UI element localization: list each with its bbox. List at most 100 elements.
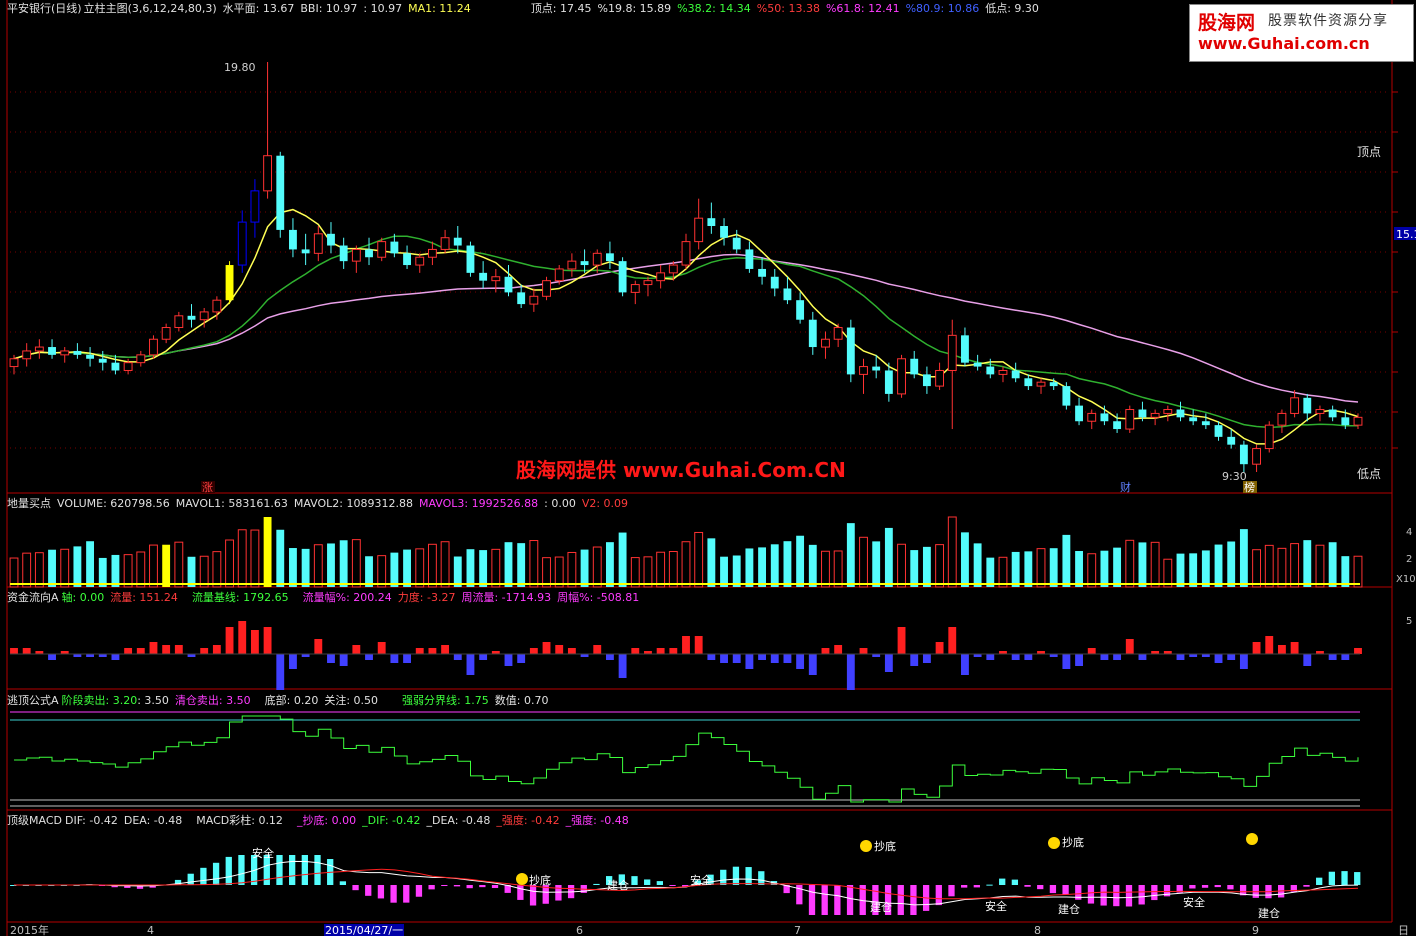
p809-value: %80.9: 10.86 bbox=[905, 2, 980, 15]
macd-bar bbox=[453, 885, 461, 887]
fund-flow-bar bbox=[732, 654, 741, 663]
jiancang-tag: 建仓 bbox=[607, 878, 629, 892]
volume-bar bbox=[1100, 550, 1109, 587]
fund-flow-bar bbox=[593, 645, 602, 654]
candle-body bbox=[872, 366, 881, 371]
macd-bar bbox=[961, 885, 968, 888]
volume-bar bbox=[403, 549, 411, 587]
candle-body bbox=[427, 248, 437, 258]
macd-bar bbox=[1037, 885, 1044, 890]
candle-body bbox=[1150, 412, 1160, 418]
volume-indicator-name[interactable]: 地量买点 bbox=[7, 497, 51, 510]
volume-bar bbox=[479, 550, 488, 587]
volume-bar bbox=[897, 543, 906, 588]
volume-bar bbox=[491, 548, 501, 588]
candle-body bbox=[897, 358, 906, 395]
macd-bar bbox=[720, 869, 727, 885]
volume-bar bbox=[1189, 553, 1198, 587]
bbi-value: BBI: 10.97 bbox=[300, 2, 358, 15]
candle-body bbox=[770, 276, 779, 289]
candle-body bbox=[846, 327, 855, 375]
candle-body bbox=[276, 155, 285, 230]
macd-bar bbox=[669, 885, 676, 886]
volume-bar bbox=[98, 557, 107, 587]
candle-body bbox=[1138, 409, 1147, 418]
candle-body bbox=[973, 362, 982, 367]
fund-flow-bar bbox=[314, 639, 323, 654]
anquan-tag: 安全 bbox=[985, 899, 1007, 913]
candle-body bbox=[48, 347, 56, 355]
macd-bar bbox=[1049, 885, 1057, 894]
bottom-value: 底部: 0.20 bbox=[264, 694, 319, 707]
fund-flow-bar bbox=[796, 654, 805, 669]
fund-week-amp: 周幅%: -508.81 bbox=[557, 591, 640, 604]
macd-bar bbox=[517, 885, 524, 900]
fund-flow-bar bbox=[225, 627, 234, 654]
date-label: 9 bbox=[1252, 924, 1259, 936]
volume-bar bbox=[592, 546, 602, 588]
macd-bar bbox=[999, 878, 1006, 885]
candle-body bbox=[504, 276, 513, 293]
candle-body bbox=[9, 358, 19, 368]
volume-bar bbox=[732, 555, 741, 587]
volume-bar bbox=[1201, 550, 1210, 587]
indicator-name[interactable]: 立柱主图(3,6,12,24,80,3) bbox=[84, 2, 217, 15]
macd-bar bbox=[225, 856, 232, 885]
ma1-value: MA1: 11.24 bbox=[408, 2, 471, 15]
fund-flow-bar bbox=[1277, 645, 1286, 654]
macd-bar bbox=[834, 885, 841, 915]
price-tag: 15.1 bbox=[1396, 228, 1416, 241]
macd-bar bbox=[656, 881, 663, 885]
fund-flow-bar bbox=[365, 654, 373, 660]
fund-flow-bar bbox=[504, 654, 513, 666]
volume-bar bbox=[377, 555, 387, 588]
low-point-label: 低点 bbox=[1357, 467, 1381, 481]
macd-bar bbox=[529, 885, 537, 906]
candle-body bbox=[491, 276, 501, 282]
fund-flow-bar bbox=[542, 642, 551, 654]
guhai-logo[interactable]: 股海网 股票软件资源分享 www.Guhai.com.cn bbox=[1189, 4, 1414, 62]
volume-bar bbox=[694, 531, 704, 588]
volume-bar bbox=[86, 541, 95, 587]
escape-indicator bbox=[10, 711, 1360, 807]
v2-value: V2: 0.09 bbox=[581, 497, 629, 510]
volume-bar bbox=[313, 544, 323, 588]
candle-body bbox=[60, 350, 70, 356]
macd-bar bbox=[1125, 885, 1133, 907]
volume-bars bbox=[9, 516, 1363, 588]
volume-bar bbox=[1087, 553, 1097, 588]
candle-body bbox=[453, 237, 462, 246]
clear-sell-value: 清仓卖出: 3.50 bbox=[174, 694, 251, 707]
volume-bar bbox=[301, 548, 310, 587]
volume-bar bbox=[783, 541, 792, 587]
candle-body bbox=[668, 264, 678, 274]
candle-body bbox=[1315, 409, 1325, 414]
volume-bar bbox=[187, 556, 196, 587]
fund-flow-bar bbox=[707, 654, 716, 660]
p50-value: %50: 13.38 bbox=[756, 2, 820, 15]
bang-badge: 榜 bbox=[1244, 480, 1255, 494]
candle-body bbox=[1277, 412, 1287, 426]
volume-bar bbox=[517, 543, 526, 587]
macd-indicator-name[interactable]: 顶级MACD bbox=[7, 814, 62, 827]
volume-bar bbox=[1011, 551, 1020, 587]
fund-flow-bar bbox=[656, 648, 665, 654]
volume-bar bbox=[808, 544, 817, 587]
fund-flow-bar bbox=[174, 645, 183, 654]
macd-bar bbox=[390, 885, 397, 903]
volume-bar bbox=[542, 557, 551, 588]
macd-bar bbox=[466, 885, 473, 889]
stock-title[interactable]: 平安银行(日线) bbox=[7, 2, 82, 15]
volume-bar bbox=[466, 549, 475, 587]
candle-body bbox=[592, 252, 602, 266]
fund-flow-bar bbox=[263, 627, 272, 654]
escape-indicator-name[interactable]: 逃顶公式A bbox=[7, 694, 59, 707]
stock-chart-canvas[interactable]: 19.80 9:30 顶点 低点 15.1 涨 财 榜 股海网提供 www.Gu… bbox=[0, 0, 1416, 936]
volume-bar bbox=[961, 532, 969, 587]
volume-bar bbox=[1113, 547, 1122, 587]
fund-flow-bar bbox=[1214, 654, 1223, 663]
macd-bar bbox=[1189, 885, 1196, 889]
candle-body bbox=[466, 245, 475, 273]
fund-indicator-name[interactable]: 资金流向A bbox=[7, 591, 59, 604]
fund-flow-bar bbox=[859, 648, 868, 654]
